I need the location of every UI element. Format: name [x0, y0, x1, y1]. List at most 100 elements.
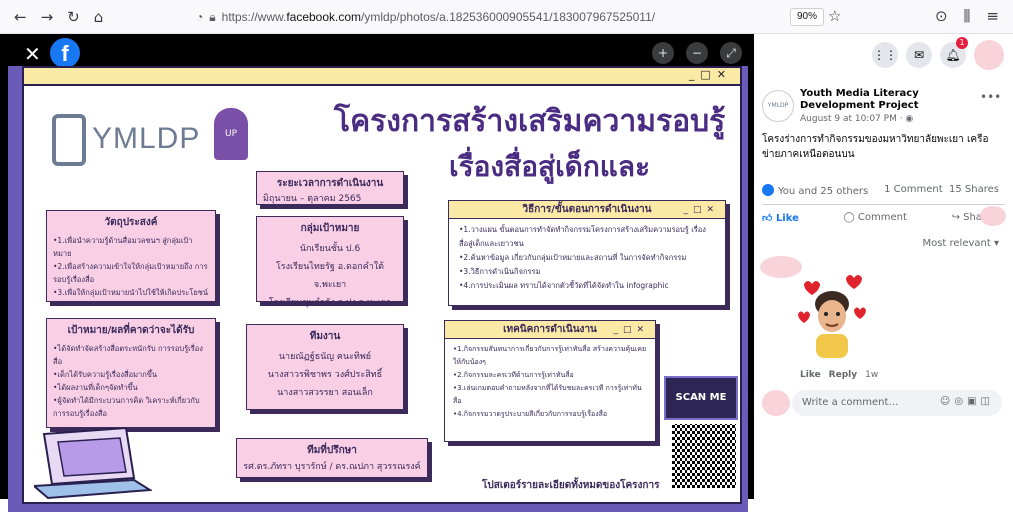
my-avatar: [762, 390, 790, 416]
scan-me-label: SCAN ME: [664, 376, 738, 420]
post-date[interactable]: August 9 at 10:07 PM · ◉: [800, 114, 913, 124]
panel-topbar: ⋮⋮ ✉ 🔔︎ 1: [754, 34, 1013, 74]
goal-title: เป้าหมาย/ผลที่คาดว่าจะได้รับ: [67, 325, 195, 336]
poster-titlebar: _□✕: [24, 68, 740, 86]
divider: [762, 204, 1005, 205]
bookmark-star-icon[interactable]: ☆: [828, 7, 841, 25]
comment-count[interactable]: 1 Comment: [884, 184, 943, 195]
technique-item: •4.กิจกรรมวาดรูประบายสีเกี่ยวกับการรอบรู…: [453, 410, 608, 418]
advisor-body: รศ.ดร.ภัทรา บุรารักษ์ / ดร.ณปภา สุวรรณรง…: [243, 462, 421, 472]
technique-item: •1.กิจกรรมสันทนาการเกี่ยวกับการรู้เท่าทั…: [453, 345, 647, 366]
forward-icon[interactable]: →: [41, 8, 54, 26]
target-item: โรงเรียนไทยรัฐ อ.ดอกคำใต้ จ.พะเยา: [275, 262, 385, 290]
comment-sort-dropdown[interactable]: Most relevant ▾: [922, 238, 999, 249]
share-as-avatar[interactable]: [980, 206, 1006, 226]
team-item: นางสาวรพิชาพร วงศ์ประสิทธิ์: [267, 370, 383, 380]
menu-icon[interactable]: ≡: [986, 7, 999, 25]
target-item: โรงเรียนชุมกำลัง อ.ปง จ.พะเยา: [268, 298, 392, 308]
method-title: วิธีการ/ขั้นตอนการดำเนินงาน: [522, 204, 652, 215]
post-panel: ⋮⋮ ✉ 🔔︎ 1 YMLDP Youth Media Literacy Dev…: [754, 34, 1013, 499]
comment-time[interactable]: 1w: [865, 370, 878, 380]
facebook-logo-icon[interactable]: f: [50, 38, 80, 68]
method-item: •1.วางแผน ขั้นตอนการทำจัดทำกิจกรรมโครงกา…: [459, 225, 706, 248]
close-icon[interactable]: ✕: [24, 42, 41, 66]
share-count[interactable]: 15 Shares: [949, 184, 999, 195]
reaction-summary[interactable]: You and 25 others: [762, 184, 868, 197]
avatar-sticker-icon: [798, 275, 866, 358]
poster-footer: โปสเตอร์รายละเอียดทั้งหมดของโครงการ: [482, 480, 660, 491]
post-date-text: August 9 at 10:07 PM ·: [800, 114, 906, 124]
comment-label: Comment: [857, 212, 907, 223]
comment-like-link[interactable]: Like: [800, 370, 821, 380]
target-item: นักเรียนชั้น ป.6: [299, 244, 361, 254]
address-bar[interactable]: ◔ 🔒︎ https://www. facebook.com/ymldp/phot…: [196, 5, 866, 29]
comment-reply-link[interactable]: Reply: [829, 370, 857, 380]
like-reaction-icon: [762, 184, 774, 196]
more-options-icon[interactable]: •••: [980, 90, 1001, 104]
page-avatar[interactable]: YMLDP: [762, 90, 794, 122]
lock-icon[interactable]: 🔒︎: [209, 10, 215, 25]
pocket-icon[interactable]: ⊙: [935, 7, 948, 25]
library-icon[interactable]: ⫼: [964, 7, 971, 25]
home-icon[interactable]: ⌂: [94, 8, 104, 26]
toolbar-right: ⊙ ⫼ ≡: [935, 7, 999, 25]
zoom-out-icon[interactable]: −: [686, 42, 708, 64]
target-title: กลุ่มเป้าหมาย: [300, 223, 360, 234]
page-name-link[interactable]: Youth Media Literacy Development Project: [800, 88, 980, 112]
nav-buttons: ← → ↻ ⌂: [14, 8, 103, 26]
university-seal-icon: UP: [214, 108, 248, 160]
target-card: กลุ่มเป้าหมาย นักเรียนชั้น ป.6 โรงเรียนไ…: [256, 216, 404, 308]
comment-placeholder: Write a comment…: [802, 397, 899, 408]
window-buttons-icon: _□✕: [688, 68, 732, 81]
fullscreen-icon[interactable]: ⤢: [720, 42, 742, 64]
comment-input-icons: ☺◎▣◫: [940, 396, 994, 407]
account-avatar[interactable]: [974, 40, 1004, 70]
sticker-icon[interactable]: ◫: [981, 396, 994, 407]
technique-item: •2.กิจกรรมละครเวทีด้านการรู้เท่าทันสื่อ: [453, 371, 574, 379]
team-card: ทีมงาน นายณัฏฐ์ธนัญ ฅนะทิพย์ นางสาวรพิชา…: [246, 324, 404, 410]
technique-window: เทคนิคการดำเนินงาน _□✕ •1.กิจกรรมสันทนากา…: [444, 320, 656, 442]
gif-icon[interactable]: ▣: [967, 396, 980, 407]
notification-badge: 1: [956, 37, 968, 49]
advisor-card: ทีมที่ปรึกษา รศ.ดร.ภัทรา บุรารักษ์ / ดร.…: [236, 438, 428, 478]
comment-icon: ◯: [843, 212, 858, 223]
advisor-title: ทีมที่ปรึกษา: [307, 445, 357, 456]
shield-icon[interactable]: ◔: [196, 10, 203, 24]
team-item: นางสาวสวรรยา สอนเล็ก: [277, 388, 373, 398]
team-title: ทีมงาน: [309, 331, 341, 342]
globe-icon: ◉: [905, 114, 914, 124]
reaction-text: You and 25 others: [778, 186, 869, 197]
apps-grid-icon[interactable]: ⋮⋮: [872, 42, 898, 68]
poster-title-line1: โครงการสร้างเสริมความรอบรู้: [334, 104, 726, 139]
comment-input[interactable]: Write a comment… ☺◎▣◫: [792, 390, 1002, 416]
technique-item: •3.เล่นเกมตอบคำถามหลังจากที่ได้รับชมละคร…: [453, 384, 642, 405]
objective-item: •1.เพื่อนำความรู้ด้านสื่อมวลชนฯ สู่กลุ่ม…: [53, 236, 193, 258]
method-window: วิธีการ/ขั้นตอนการดำเนินงาน _□✕ •1.วางแผน…: [448, 200, 726, 306]
url-host: facebook.com: [286, 10, 362, 24]
zoom-in-icon[interactable]: +: [652, 42, 674, 64]
objective-title: วัตถุประสงค์: [104, 217, 158, 228]
goal-item: •เด็กได้รับความรู้เรื่องสื่อมากขึ้น: [53, 370, 158, 379]
engagement-counts: 1 Comment 15 Shares: [884, 184, 999, 195]
qr-code-icon: [672, 424, 736, 488]
method-item: •4.การประเมินผล ทราบได้จากตัวชี้วัดที่ได…: [459, 281, 669, 290]
logo-text: YMLDP: [92, 122, 201, 155]
photo-viewer: ✕ f + − ⤢ _□✕ YMLDP UP โครงการสร้างเสริม…: [0, 34, 754, 512]
messenger-icon[interactable]: ✉: [906, 42, 932, 68]
share-icon: ↪: [951, 212, 964, 223]
back-icon[interactable]: ←: [14, 8, 27, 26]
comment-button[interactable]: ◯ Comment: [844, 212, 907, 224]
poster-image: _□✕ YMLDP UP โครงการสร้างเสริมความรอบรู้…: [8, 66, 748, 512]
phone-logo-icon: [52, 114, 86, 166]
thumbs-up-icon: 👍︎: [762, 213, 776, 224]
period-card: ระยะเวลาการดำเนินงาน มิถุนายน – ตุลาคม 2…: [256, 171, 404, 205]
reload-icon[interactable]: ↻: [67, 8, 80, 26]
goal-item: •ได้จัดทำจัดสร้างสื่อตระหนักรับ การรอบรู…: [53, 344, 203, 366]
goal-item: •ได้ผลงานที่เด็กๆจัดทำขึ้น: [53, 383, 138, 392]
post-actions: 👍︎ Like ◯ Comment ↪ Share: [762, 212, 992, 224]
camera-icon[interactable]: ◎: [954, 396, 967, 407]
like-button[interactable]: 👍︎ Like: [762, 212, 799, 224]
emoji-icon[interactable]: ☺: [940, 396, 954, 407]
comment-actions: Like Reply 1w: [800, 370, 878, 380]
zoom-indicator[interactable]: 90%: [790, 8, 825, 26]
